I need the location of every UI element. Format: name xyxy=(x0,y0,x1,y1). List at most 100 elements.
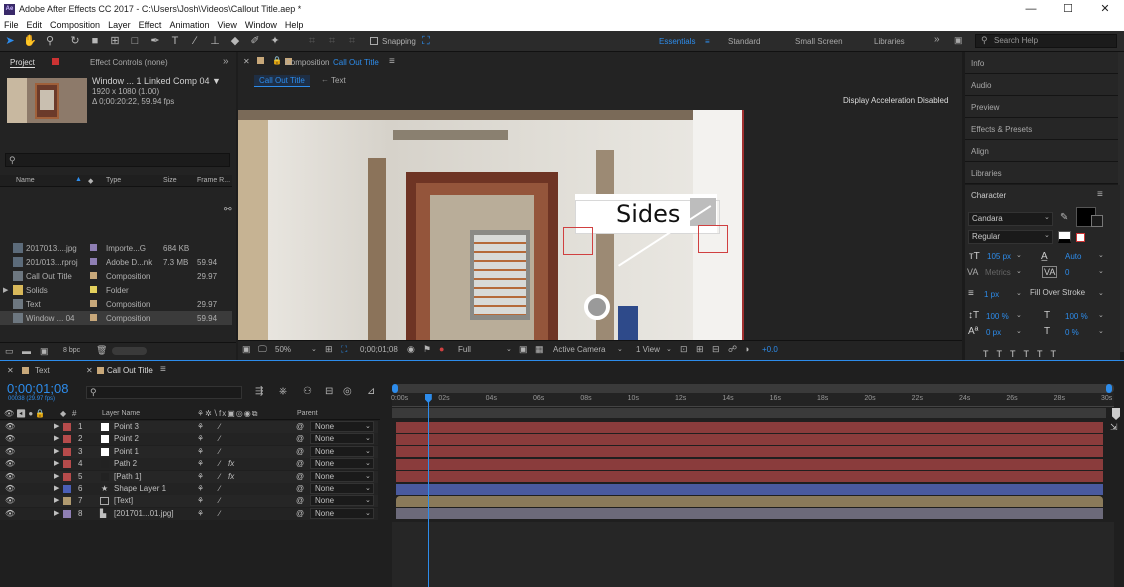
chevron-down-icon[interactable]: ⌄ xyxy=(365,459,371,467)
workspace-small-screen[interactable]: Small Screen xyxy=(795,37,843,46)
new-folder-icon[interactable]: ▬ xyxy=(22,346,31,356)
draft-3d-icon[interactable]: ⊞ xyxy=(696,344,704,355)
pixel-aspect-icon[interactable]: ⊡ xyxy=(680,344,688,355)
chevron-down-icon[interactable]: ⌄ xyxy=(1016,251,1022,259)
time-navigator[interactable] xyxy=(392,384,1114,393)
stroke-type-dropdown[interactable]: Fill Over Stroke xyxy=(1027,287,1108,301)
expand-arrow-icon[interactable]: ▶ xyxy=(54,484,59,492)
composition-viewer[interactable]: Sides xyxy=(238,110,744,340)
panel-close-icon[interactable]: ✕ xyxy=(7,366,14,375)
project-item[interactable]: Window ... 04 Composition 59.94 xyxy=(0,311,232,325)
pick-whip-icon[interactable]: @ xyxy=(296,472,304,481)
black-white-swatch-icon[interactable] xyxy=(1058,231,1071,243)
layer-name[interactable]: Shape Layer 1 xyxy=(114,484,166,493)
shy-switch-icon[interactable]: ⚘ xyxy=(197,447,204,456)
visibility-eye-icon[interactable]: 👁 xyxy=(5,472,15,481)
region-of-interest-icon[interactable]: ⛶ xyxy=(341,344,347,355)
layer-duration-bar[interactable] xyxy=(396,495,1103,507)
quality-switch-icon[interactable]: ∕ xyxy=(219,459,220,468)
chevron-down-icon[interactable]: ⌄ xyxy=(1016,267,1022,275)
expand-arrow-icon[interactable]: ▶ xyxy=(54,509,59,517)
label-color-swatch[interactable] xyxy=(90,300,97,307)
tab-call-out-title[interactable]: Call Out Title xyxy=(254,75,310,87)
layer-duration-bar[interactable] xyxy=(396,458,1103,470)
chevron-down-icon[interactable]: ⌄ xyxy=(1016,311,1022,319)
reset-exposure-icon[interactable]: ◑ xyxy=(744,344,749,354)
expand-arrow-icon[interactable]: ▶ xyxy=(54,422,59,430)
draft-3d-toggle-icon[interactable]: ⎈ xyxy=(279,386,287,397)
quality-switch-icon[interactable]: ∕ xyxy=(219,472,220,481)
shy-switch-icon[interactable]: ⚘ xyxy=(197,434,204,443)
timeline-tab-text[interactable]: Text xyxy=(35,366,50,375)
pick-whip-icon[interactable]: @ xyxy=(296,496,304,505)
chevron-down-icon[interactable]: ⌄ xyxy=(365,422,371,430)
chevron-down-icon[interactable]: ⌄ xyxy=(311,345,317,353)
layer-duration-bar[interactable] xyxy=(396,433,1103,445)
font-size-value[interactable]: 105 px xyxy=(987,252,1011,261)
work-area-bar[interactable] xyxy=(392,408,1106,418)
audio-panel-header[interactable]: Audio xyxy=(965,74,1120,96)
layer-duration-bar[interactable] xyxy=(396,471,1103,483)
font-style-dropdown[interactable]: Regular xyxy=(968,230,1053,244)
channel-icon[interactable]: ● xyxy=(439,344,444,354)
pick-whip-icon[interactable]: @ xyxy=(296,434,304,443)
info-panel-header[interactable]: Info xyxy=(965,52,1120,74)
workspace-libraries[interactable]: Libraries xyxy=(874,37,905,46)
more-workspaces-icon[interactable]: » xyxy=(934,34,940,45)
lock-icon[interactable]: 🔒 xyxy=(272,56,282,65)
maximize-button[interactable]: ☐ xyxy=(1061,2,1075,16)
chevron-down-icon[interactable]: ⌄ xyxy=(1098,311,1104,319)
menu-composition[interactable]: Composition xyxy=(50,20,100,30)
quality-switch-icon[interactable]: ∕ xyxy=(219,422,220,431)
effects-presets-panel-header[interactable]: Effects & Presets xyxy=(965,118,1120,140)
chevron-down-icon[interactable]: ⌄ xyxy=(365,484,371,492)
axis-view-icon[interactable]: ⌗ xyxy=(345,34,359,48)
tab-effect-controls[interactable]: Effect Controls (none) xyxy=(90,58,168,67)
layer-name-column[interactable]: Layer Name xyxy=(102,410,140,417)
vertical-scale-value[interactable]: 100 % xyxy=(986,312,1009,321)
chevron-down-icon[interactable]: ⌄ xyxy=(617,345,623,353)
chevron-down-icon[interactable]: ⌄ xyxy=(1044,231,1050,239)
workspace-menu-icon[interactable]: ≡ xyxy=(705,37,710,46)
puppet-tool-icon[interactable]: ✦ xyxy=(268,34,282,48)
motion-blur-icon[interactable]: ◎ xyxy=(343,386,352,397)
composition-name[interactable]: Call Out Title xyxy=(333,58,379,67)
project-item[interactable]: Text Composition 29.97 xyxy=(0,297,232,311)
project-item[interactable]: ▶ Solids Folder xyxy=(0,283,232,297)
comp-button-icon[interactable]: ⇲ xyxy=(1110,422,1118,433)
roto-brush-tool-icon[interactable]: ✐ xyxy=(248,34,262,48)
eyedropper-icon[interactable]: ✎ xyxy=(1060,212,1068,223)
timeline-search-input[interactable] xyxy=(86,386,242,399)
project-item[interactable]: 2017013....jpg Importe...G 684 KB xyxy=(0,241,232,255)
layer-row[interactable]: 👁 ▶ 4 Path 2 ⚘ ∕ fx @ None ⌄ xyxy=(0,458,378,471)
pick-whip-icon[interactable]: @ xyxy=(296,422,304,431)
libraries-panel-header[interactable]: Libraries xyxy=(965,162,1120,184)
panel-close-icon[interactable]: ✕ xyxy=(86,366,93,375)
column-size[interactable]: Size xyxy=(163,177,177,184)
column-type[interactable]: Type xyxy=(106,177,121,184)
stroke-color-swatch[interactable] xyxy=(1091,215,1103,227)
panel-menu-icon[interactable]: ≡ xyxy=(1097,189,1103,200)
parent-column[interactable]: Parent xyxy=(297,410,318,417)
panel-menu-icon[interactable]: ≡ xyxy=(389,56,395,67)
thumbnail-size-slider[interactable] xyxy=(112,347,147,355)
label-color-swatch[interactable] xyxy=(90,314,97,321)
chevron-down-icon[interactable]: ⌄ xyxy=(1016,327,1022,335)
layer-row[interactable]: 👁 ▶ 5 [Path 1] ⚘ ∕ fx @ None ⌄ xyxy=(0,470,378,483)
layer-name[interactable]: [Path 1] xyxy=(114,472,142,481)
camera-dropdown[interactable]: Active Camera xyxy=(553,345,605,354)
chevron-down-icon[interactable]: ⌄ xyxy=(1044,213,1050,221)
workspace-standard[interactable]: Standard xyxy=(728,37,760,46)
label-color-swatch[interactable] xyxy=(63,485,71,493)
clone-stamp-tool-icon[interactable]: ⊥ xyxy=(208,34,222,48)
selected-item-name[interactable]: Window ... 1 Linked Comp 04 ▼ xyxy=(92,76,221,86)
timeline-current-time[interactable]: 0;00;01;08 xyxy=(7,381,68,396)
timeline-icon[interactable]: ⊟ xyxy=(712,344,720,355)
comp-mini-flowchart-icon[interactable]: ⇶ xyxy=(255,386,263,397)
zoom-tool-icon[interactable]: ⚲ xyxy=(43,34,57,48)
sync-settings-icon[interactable]: ▣ xyxy=(954,35,963,46)
exposure-value[interactable]: +0.0 xyxy=(762,345,778,354)
axis-local-icon[interactable]: ⌗ xyxy=(305,34,319,48)
expand-arrow-icon[interactable]: ▶ xyxy=(54,496,59,504)
pen-tool-icon[interactable]: ✒ xyxy=(148,34,162,48)
